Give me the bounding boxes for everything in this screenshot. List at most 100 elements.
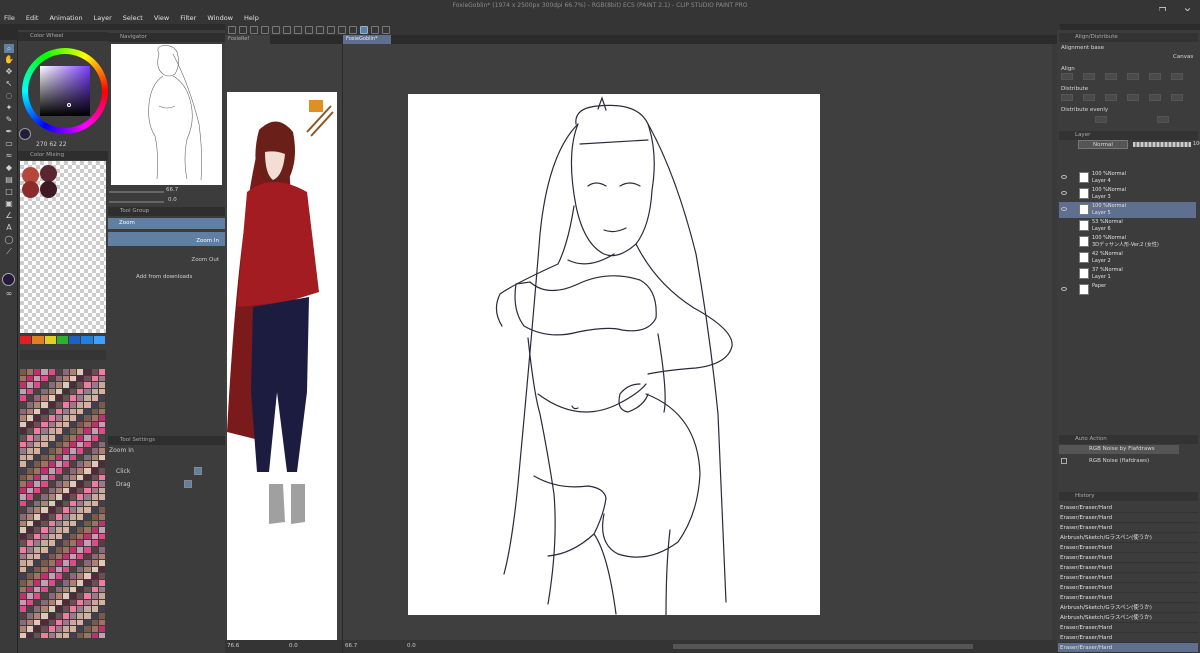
palette-swatch[interactable]	[55, 434, 62, 441]
ref-zoom-value[interactable]: 76.6	[227, 643, 239, 649]
palette-swatch[interactable]	[62, 408, 70, 415]
palette-swatch[interactable]	[48, 434, 55, 441]
palette-swatch[interactable]	[98, 467, 105, 474]
palette-swatch[interactable]	[55, 474, 62, 481]
document-tab-main[interactable]: FoxieGoblin*	[343, 35, 391, 44]
align-distribute-tab[interactable]: Align/Distribute	[1059, 33, 1198, 42]
palette-swatch[interactable]	[41, 388, 48, 395]
palette-swatch[interactable]	[84, 382, 91, 388]
palette-swatch[interactable]	[98, 626, 105, 632]
menu-edit[interactable]: Edit	[26, 14, 39, 22]
palette-swatch[interactable]	[84, 428, 91, 434]
palette-swatch[interactable]	[91, 540, 98, 547]
distribute-left-button[interactable]	[1061, 94, 1073, 101]
palette-swatch[interactable]	[98, 401, 105, 408]
layer-tab[interactable]: Layer	[1059, 131, 1198, 140]
palette-swatch[interactable]	[70, 461, 77, 467]
settings-icon[interactable]	[382, 25, 390, 34]
palette-swatch[interactable]	[77, 514, 84, 520]
palette-swatch[interactable]	[27, 514, 34, 520]
mixed-color-blob[interactable]	[40, 165, 57, 182]
palette-swatch[interactable]	[77, 580, 84, 586]
palette-swatch[interactable]	[20, 560, 27, 566]
palette-swatch[interactable]	[62, 514, 70, 520]
palette-swatch[interactable]	[62, 606, 70, 612]
palette-swatch[interactable]	[55, 566, 62, 573]
eyedropper-icon[interactable]: ✎	[4, 115, 14, 124]
palette-swatch[interactable]	[34, 553, 41, 560]
palette-swatch[interactable]	[91, 388, 98, 395]
palette-swatch[interactable]	[91, 527, 98, 533]
history-item[interactable]: Eraser/Eraser/Hard	[1058, 563, 1198, 573]
palette-swatch[interactable]	[20, 612, 27, 619]
drag-mode-button[interactable]	[184, 480, 192, 488]
palette-swatch[interactable]	[77, 494, 84, 500]
palette-swatch[interactable]	[98, 632, 105, 639]
palette-swatch[interactable]	[70, 415, 77, 421]
palette-swatch[interactable]	[70, 408, 77, 415]
text-tool-icon[interactable]: A	[4, 223, 14, 232]
palette-swatch[interactable]	[48, 553, 55, 560]
palette-swatch[interactable]	[48, 401, 55, 408]
history-item[interactable]: Eraser/Eraser/Hard	[1058, 513, 1198, 523]
palette-swatch[interactable]	[41, 401, 48, 408]
palette-swatch[interactable]	[20, 533, 27, 540]
palette-swatch[interactable]	[34, 494, 41, 500]
auto-action-set-select[interactable]: RGB Noise by Flafdraws	[1059, 445, 1179, 454]
palette-swatch[interactable]	[55, 527, 62, 533]
palette-swatch[interactable]	[55, 580, 62, 586]
palette-swatch[interactable]	[27, 487, 34, 494]
palette-swatch[interactable]	[91, 448, 98, 454]
palette-swatch[interactable]	[48, 487, 55, 494]
palette-swatch[interactable]	[70, 580, 77, 586]
palette-swatch[interactable]	[77, 369, 84, 375]
palette-swatch[interactable]	[48, 606, 55, 612]
palette-swatch[interactable]	[62, 507, 70, 514]
palette-swatch[interactable]	[27, 593, 34, 599]
palette-swatch[interactable]	[84, 500, 91, 507]
palette-swatch[interactable]	[48, 467, 55, 474]
gradient-tool-icon[interactable]: ▤	[4, 175, 14, 184]
palette-swatch[interactable]	[91, 533, 98, 540]
palette-swatch[interactable]	[91, 507, 98, 514]
palette-swatch[interactable]	[91, 481, 98, 487]
palette-swatch[interactable]	[70, 401, 77, 408]
palette-swatch[interactable]	[84, 448, 91, 454]
select-all-icon[interactable]	[316, 25, 324, 34]
distribute-top-button[interactable]	[1127, 94, 1139, 101]
palette-swatch[interactable]	[20, 395, 27, 401]
palette-swatch[interactable]	[62, 415, 70, 421]
palette-swatch[interactable]	[91, 395, 98, 401]
palette-swatch[interactable]	[20, 527, 27, 533]
palette-swatch[interactable]	[48, 547, 55, 553]
palette-swatch[interactable]	[27, 421, 34, 428]
palette-swatch[interactable]	[41, 533, 48, 540]
current-color-indicator[interactable]	[19, 128, 31, 140]
palette-swatch[interactable]	[55, 401, 62, 408]
palette-swatch[interactable]	[98, 434, 105, 441]
palette-swatch[interactable]	[91, 586, 98, 593]
palette-swatch[interactable]	[55, 408, 62, 415]
palette-swatch[interactable]	[62, 369, 70, 375]
history-item[interactable]: Eraser/Eraser/Hard	[1058, 543, 1198, 553]
palette-swatch[interactable]	[48, 415, 55, 421]
palette-swatch[interactable]	[98, 514, 105, 520]
palette-swatch[interactable]	[27, 612, 34, 619]
palette-swatch[interactable]	[62, 540, 70, 547]
align-center-v-button[interactable]	[1149, 73, 1161, 80]
palette-swatch[interactable]	[27, 533, 34, 540]
palette-swatch[interactable]	[84, 415, 91, 421]
palette-swatch[interactable]	[27, 408, 34, 415]
palette-swatch[interactable]	[41, 560, 48, 566]
palette-swatch[interactable]	[70, 632, 77, 639]
palette-swatch[interactable]	[84, 540, 91, 547]
palette-swatch[interactable]	[20, 593, 27, 599]
blend-mode-select[interactable]: Normal	[1078, 140, 1128, 149]
palette-swatch[interactable]	[84, 454, 91, 461]
palette-swatch[interactable]	[77, 507, 84, 514]
palette-swatch[interactable]	[20, 573, 27, 579]
palette-swatch[interactable]	[41, 421, 48, 428]
palette-swatch[interactable]	[98, 547, 105, 553]
palette-swatch[interactable]	[27, 520, 34, 527]
palette-swatch[interactable]	[91, 369, 98, 375]
